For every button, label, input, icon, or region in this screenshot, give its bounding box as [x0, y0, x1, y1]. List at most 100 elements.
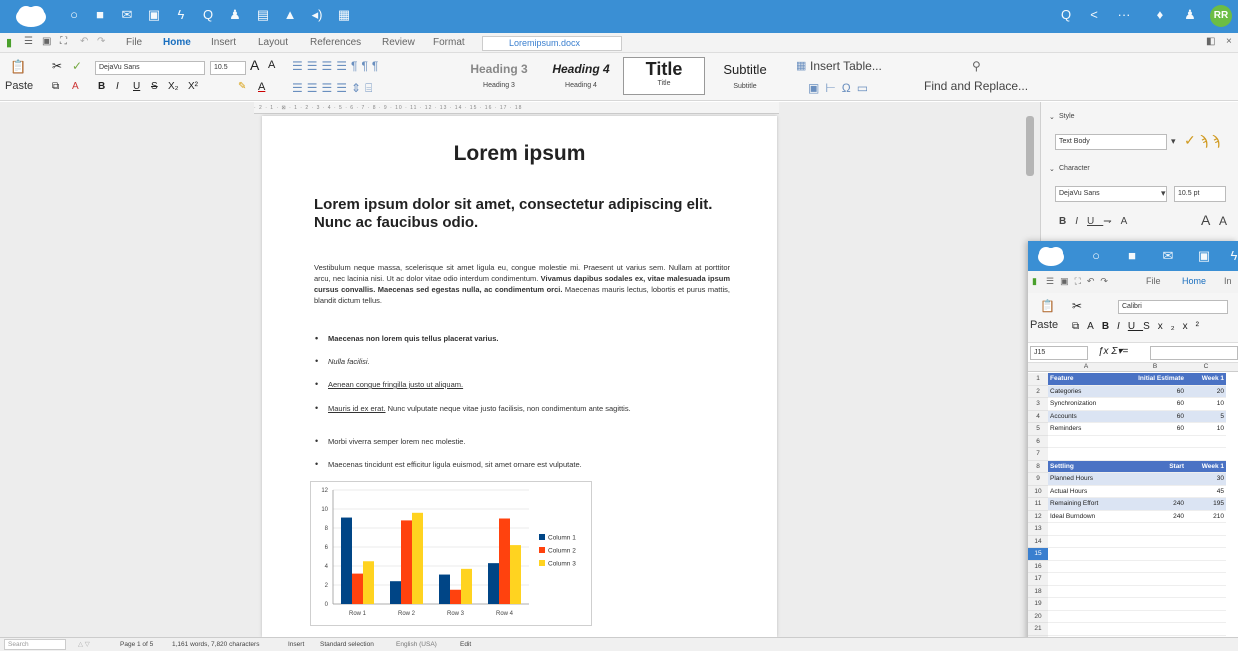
table-cell[interactable] [1186, 573, 1226, 586]
mail-icon[interactable]: ✉ [1160, 248, 1176, 264]
table-cell[interactable]: 240 [1124, 498, 1186, 511]
table-icon[interactable]: ▦ [796, 59, 806, 72]
menu-insert[interactable]: In [1224, 276, 1232, 286]
copy-icon[interactable]: ⧉ [52, 81, 59, 92]
row-header[interactable]: 7 [1028, 448, 1048, 461]
contacts-icon[interactable]: ♟ [1182, 7, 1198, 23]
image-icon[interactable]: ▣ [146, 7, 162, 23]
close-icon[interactable]: × [1226, 36, 1232, 47]
contacts-icon[interactable]: ♟ [227, 7, 243, 23]
language-select[interactable]: English (USA) [396, 638, 437, 651]
ruler[interactable]: · 2 · 1 · ⊠ · 1 · 2 · 3 · 4 · 5 · 6 · 7 … [254, 102, 779, 114]
table-cell[interactable] [1124, 611, 1186, 623]
format-icons[interactable]: ⧉ABIUSx₂x² [1072, 321, 1207, 332]
deck-icon[interactable]: ▲ [282, 7, 298, 23]
font-size-select[interactable]: 10.5 pt [1174, 186, 1226, 202]
subscript-icon[interactable]: X₂ [168, 81, 179, 92]
menu-review[interactable]: Review [382, 37, 415, 48]
table-cell[interactable] [1048, 561, 1124, 573]
format-paint-icon[interactable]: A [72, 81, 79, 92]
table-cell[interactable] [1124, 573, 1186, 586]
cloud-logo-icon[interactable] [14, 4, 48, 28]
cut-icon[interactable]: ✂ [1072, 299, 1082, 313]
menu-insert[interactable]: Insert [211, 37, 236, 48]
cut-icon[interactable]: ✂ [52, 59, 62, 73]
style-subtitle[interactable]: Subtitle Subtitle [704, 57, 786, 95]
row-header[interactable]: 14 [1028, 535, 1048, 548]
table-cell[interactable] [1048, 586, 1124, 598]
font-select[interactable]: DejaVu Sans [1055, 186, 1167, 202]
table-cell[interactable]: Start [1124, 460, 1186, 473]
table-cell[interactable]: 60 [1124, 423, 1186, 436]
table-cell[interactable]: Week 1 [1186, 373, 1226, 386]
clear-format-icon[interactable]: ✓ [72, 59, 82, 73]
save-icon[interactable]: ▣ [42, 36, 51, 47]
paste-icon[interactable]: 📋 [1040, 299, 1055, 313]
style-section-header[interactable]: Style [1059, 113, 1075, 120]
table-cell[interactable]: Actual Hours [1048, 486, 1124, 498]
table-cell[interactable] [1186, 561, 1226, 573]
row-header[interactable]: 10 [1028, 485, 1048, 498]
underline-icon[interactable]: U [133, 81, 140, 92]
table-cell[interactable] [1048, 536, 1124, 548]
table-cell[interactable] [1124, 561, 1186, 573]
table-cell[interactable] [1048, 598, 1124, 611]
scrollbar[interactable] [1026, 116, 1034, 176]
circle-icon[interactable]: ○ [66, 7, 82, 23]
row-header[interactable]: 4 [1028, 410, 1048, 423]
font-color-icon[interactable]: A [258, 81, 265, 93]
table-cell[interactable] [1048, 623, 1124, 636]
table-cell[interactable]: Synchronization [1048, 398, 1124, 411]
table-cell[interactable] [1186, 436, 1226, 448]
table-cell[interactable]: Initial Estimate [1124, 373, 1186, 386]
table-cell[interactable]: 30 [1186, 473, 1226, 486]
paste-button[interactable]: Paste [1030, 319, 1058, 331]
font-size-select[interactable]: 10.5 [210, 61, 246, 75]
row-header[interactable]: 2 [1028, 385, 1048, 398]
table-cell[interactable] [1124, 536, 1186, 548]
fullscreen-icon[interactable]: ⛶ [60, 36, 67, 47]
table-cell[interactable] [1186, 611, 1226, 623]
find-replace-button[interactable]: Find and Replace... [924, 79, 1028, 93]
avatar[interactable]: RR [1210, 5, 1232, 27]
spreadsheet-grid[interactable]: A B C 1 Feature Initial Estimate Week 1 2 Catego… [1028, 363, 1238, 651]
table-cell[interactable] [1186, 598, 1226, 611]
table-cell[interactable] [1186, 548, 1226, 561]
char-format-icons[interactable]: BIU⇁A [1059, 216, 1136, 227]
table-cell[interactable]: Ideal Burndown [1048, 511, 1124, 523]
table-cell[interactable]: 10 [1186, 398, 1226, 411]
bar-chart[interactable]: 0 2 4 6 8 10 12 Row 1 Row 2 Row 3 Row 4 Column 1 Col… [310, 481, 592, 626]
menu-layout[interactable]: Layout [258, 37, 288, 48]
undo-icon[interactable]: ↶ [80, 36, 88, 47]
bullet-link[interactable]: Mauris id ex erat. [328, 404, 386, 413]
row-header[interactable]: 19 [1028, 598, 1048, 611]
row-header[interactable]: 5 [1028, 423, 1048, 436]
chevron-down-icon[interactable]: ⌄ [1049, 165, 1055, 173]
shrink-font-icon[interactable]: A [268, 59, 275, 71]
table-cell[interactable] [1124, 486, 1186, 498]
calendar-2-icon[interactable]: ▦ [336, 7, 352, 23]
grow-font-icon[interactable]: A [250, 57, 259, 73]
more-icon[interactable]: ··· [1116, 7, 1132, 23]
folder-icon[interactable]: ■ [1124, 248, 1140, 264]
list-icons[interactable]: ☰☰☰☰¶¶¶ [292, 59, 382, 73]
table-cell[interactable]: 45 [1186, 486, 1226, 498]
superscript-icon[interactable]: X² [188, 81, 198, 92]
circle-icon[interactable]: ○ [1088, 248, 1104, 264]
character-section-header[interactable]: Character [1059, 165, 1090, 172]
nav-arrows-icon[interactable]: △ ▽ [78, 638, 90, 651]
menu-home[interactable]: Home [1182, 276, 1206, 286]
row-header[interactable]: 20 [1028, 610, 1048, 623]
table-cell[interactable]: 10 [1186, 423, 1226, 436]
table-cell[interactable]: 5 [1186, 410, 1226, 423]
search-icon[interactable]: Q [1058, 7, 1074, 23]
calc-quick-icons[interactable]: ☰▣⛶↶↷ [1046, 276, 1114, 287]
row-header[interactable]: 18 [1028, 585, 1048, 598]
function-icon[interactable]: ƒx Σ▾= [1098, 346, 1128, 357]
row-header[interactable]: 1 [1028, 373, 1048, 386]
table-cell[interactable] [1186, 523, 1226, 536]
table-cell[interactable]: Categories [1048, 385, 1124, 398]
cell-reference[interactable]: J15 [1030, 346, 1088, 360]
selection-mode[interactable]: Standard selection [320, 638, 374, 651]
row-header[interactable]: 17 [1028, 573, 1048, 586]
